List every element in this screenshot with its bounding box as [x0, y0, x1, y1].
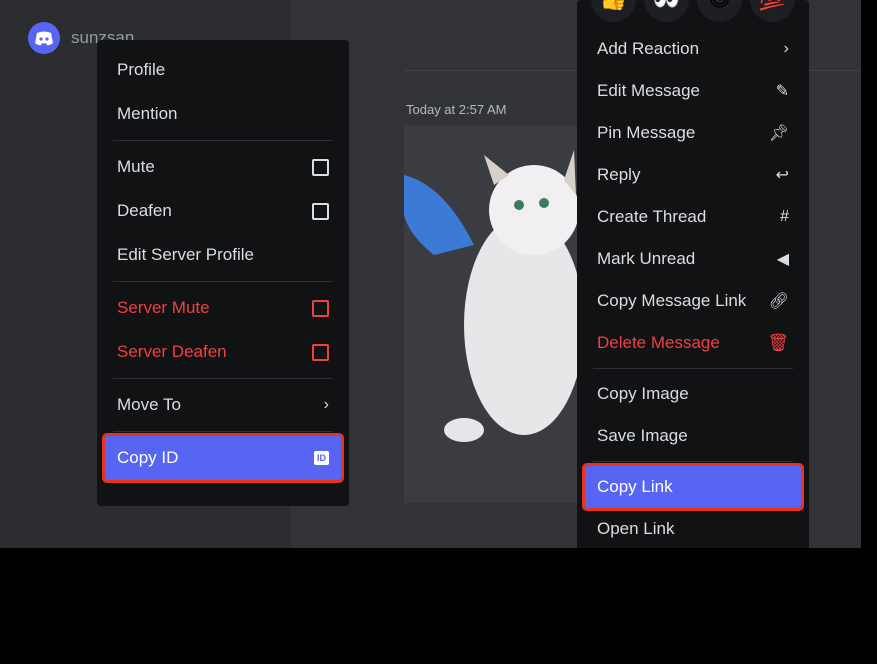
trash-icon: 🗑︎	[767, 333, 789, 352]
checkbox-icon[interactable]	[312, 202, 329, 220]
checkbox-icon[interactable]	[312, 299, 329, 317]
separator	[113, 281, 333, 282]
label: Copy Image	[597, 384, 689, 403]
label: Edit Server Profile	[117, 245, 254, 264]
menu-item-save-image[interactable]: Save Image	[585, 415, 801, 457]
message-context-menu: 👍 👀 😆 💯 Add Reaction › Edit Message ✎ Pin …	[577, 0, 809, 548]
label: Open Link	[597, 519, 675, 538]
menu-item-server-deafen[interactable]: Server Deafen	[105, 330, 341, 374]
label: Server Mute	[117, 298, 210, 317]
separator	[113, 140, 333, 141]
reaction-100[interactable]: 💯	[750, 0, 795, 22]
checkbox-icon[interactable]	[312, 343, 329, 361]
pin-icon: 📌︎	[768, 125, 789, 142]
discord-window: sunzsan Today at 2:57 AM Profile Mention…	[0, 0, 861, 548]
menu-item-mute[interactable]: Mute	[105, 145, 341, 189]
mark-unread-icon: ◀	[776, 251, 789, 268]
label: Save Image	[597, 426, 688, 445]
menu-item-server-mute[interactable]: Server Mute	[105, 286, 341, 330]
label: Mark Unread	[597, 249, 696, 268]
label: Server Deafen	[117, 342, 227, 361]
discord-avatar-icon	[28, 22, 60, 54]
quick-reactions: 👍 👀 😆 💯	[585, 0, 801, 28]
label: Profile	[117, 60, 166, 79]
label: Move To	[117, 395, 181, 414]
label: Create Thread	[597, 207, 707, 226]
label: Reply	[597, 165, 641, 184]
id-icon: ID	[314, 451, 329, 465]
label: Copy ID	[117, 448, 179, 467]
label: Deafen	[117, 201, 172, 220]
link-icon: 🔗︎	[768, 293, 789, 310]
label: Copy Message Link	[597, 291, 747, 310]
label: Pin Message	[597, 123, 696, 142]
separator	[593, 368, 793, 369]
second-image[interactable]	[404, 525, 577, 548]
menu-item-copy-link[interactable]: Copy Link	[582, 463, 804, 511]
separator	[593, 461, 793, 462]
menu-item-mark-unread[interactable]: Mark Unread ◀	[585, 238, 801, 280]
menu-item-copy-id[interactable]: Copy ID ID	[102, 433, 344, 483]
label: Mute	[117, 157, 155, 176]
chevron-right-icon: ›	[783, 40, 789, 57]
label: Edit Message	[597, 81, 700, 100]
menu-item-mention[interactable]: Mention	[105, 92, 341, 136]
cat-image[interactable]	[404, 125, 577, 503]
menu-item-create-thread[interactable]: Create Thread #	[585, 196, 801, 238]
separator	[113, 431, 333, 432]
menu-item-reply[interactable]: Reply ↩	[585, 154, 801, 196]
thread-icon: #	[780, 208, 789, 225]
menu-item-move-to[interactable]: Move To ›	[105, 383, 341, 427]
label: Delete Message	[597, 333, 720, 352]
message-timestamp: Today at 2:57 AM	[406, 102, 507, 117]
menu-item-copy-image[interactable]: Copy Image	[585, 373, 801, 415]
separator	[113, 378, 333, 379]
menu-item-edit-message[interactable]: Edit Message ✎	[585, 70, 801, 112]
menu-item-pin-message[interactable]: Pin Message 📌︎	[585, 112, 801, 154]
label: Copy Link	[597, 477, 673, 496]
menu-item-profile[interactable]: Profile	[105, 48, 341, 92]
checkbox-icon[interactable]	[312, 158, 329, 176]
label: Add Reaction	[597, 39, 700, 58]
reaction-thumbs-up[interactable]: 👍	[591, 0, 636, 22]
chevron-right-icon: ›	[323, 396, 329, 413]
reaction-eyes[interactable]: 👀	[644, 0, 689, 22]
pencil-icon: ✎	[775, 83, 789, 100]
menu-item-edit-server-profile[interactable]: Edit Server Profile	[105, 233, 341, 277]
reaction-laughing[interactable]: 😆	[697, 0, 742, 22]
menu-item-add-reaction[interactable]: Add Reaction ›	[585, 28, 801, 70]
label: Mention	[117, 104, 178, 123]
reply-icon: ↩	[775, 167, 789, 184]
menu-item-copy-message-link[interactable]: Copy Message Link 🔗︎	[585, 280, 801, 322]
user-context-menu: Profile Mention Mute Deafen Edit Server …	[97, 40, 349, 506]
menu-item-open-link[interactable]: Open Link	[585, 508, 801, 548]
menu-item-delete-message[interactable]: Delete Message 🗑︎	[585, 322, 801, 364]
menu-item-deafen[interactable]: Deafen	[105, 189, 341, 233]
